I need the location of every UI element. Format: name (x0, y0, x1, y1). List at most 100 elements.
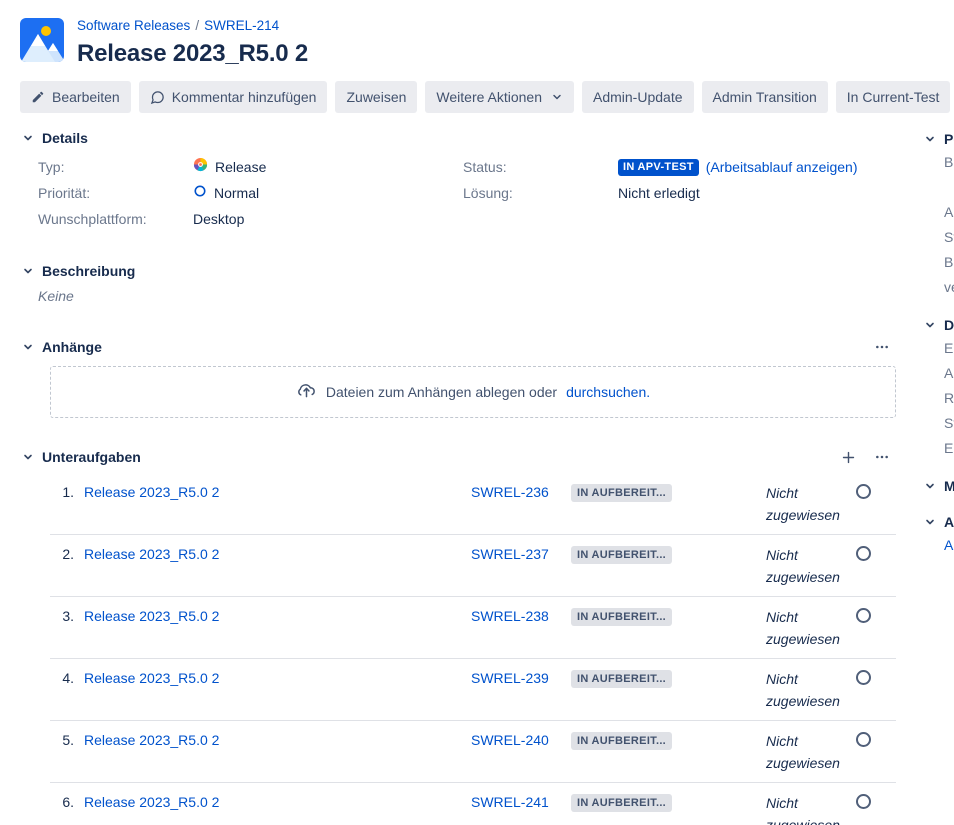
sidebar-agile-collapse-chevron-down-icon[interactable] (922, 514, 938, 530)
attachment-dropzone[interactable]: Dateien zum Anhängen ablegen oder durchs… (50, 366, 896, 418)
subtask-summary: Release 2023_R5.0 2 (84, 792, 471, 812)
sidebar-field-dates-4: St (944, 415, 954, 431)
subtasks-section: Unteraufgaben 1. Release 2023_R5.0 2 SWR… (20, 446, 914, 825)
field-value-status: IN APV-TEST (Arbeitsablauf anzeigen) (618, 155, 914, 180)
cloud-upload-icon (296, 380, 317, 404)
subtask-summary-link[interactable]: Release 2023_R5.0 2 (84, 670, 219, 686)
subtasks-collapse-chevron-down-icon[interactable] (20, 449, 36, 465)
sidebar-group-more: M (922, 475, 954, 497)
status-badge: IN AUFBEREIT... (571, 670, 673, 688)
sidebar-field-dates-2: A (944, 365, 954, 381)
subtask-status: IN AUFBEREIT... (571, 482, 766, 502)
subtask-key: SWREL-237 (471, 544, 571, 564)
in-current-test-button-label: In Current-Test (846, 89, 940, 105)
subtask-key-link[interactable]: SWREL-237 (471, 546, 549, 562)
subtask-summary-link[interactable]: Release 2023_R5.0 2 (84, 484, 219, 500)
add-comment-button[interactable]: Kommentar hinzufügen (138, 81, 328, 113)
sidebar-more-collapse-chevron-down-icon[interactable] (922, 478, 938, 494)
assign-button-label: Zuweisen (346, 89, 407, 105)
description-collapse-chevron-down-icon[interactable] (20, 263, 36, 279)
details-collapse-chevron-down-icon[interactable] (20, 130, 36, 146)
subtask-key-link[interactable]: SWREL-241 (471, 794, 549, 810)
admin-transition-button[interactable]: Admin Transition (701, 81, 828, 113)
subtask-summary-link[interactable]: Release 2023_R5.0 2 (84, 732, 219, 748)
description-section: Beschreibung Keine (20, 260, 914, 306)
sidebar-dates-collapse-chevron-down-icon[interactable] (922, 317, 938, 333)
edit-button[interactable]: Bearbeiten (20, 81, 131, 113)
subtask-key-link[interactable]: SWREL-236 (471, 484, 549, 500)
page-title: Release 2023_R5.0 2 (77, 40, 309, 67)
more-actions-button[interactable]: Weitere Aktionen (425, 81, 574, 113)
subtask-summary-link[interactable]: Release 2023_R5.0 2 (84, 794, 219, 810)
avatar[interactable] (856, 606, 896, 628)
assign-button[interactable]: Zuweisen (335, 81, 418, 113)
sidebar-people-title: Pe (944, 131, 954, 147)
field-label-typ: Typ: (38, 159, 65, 175)
release-type-icon (193, 155, 208, 180)
unassigned-avatar-icon (856, 484, 871, 499)
sidebar-field-agile-1[interactable]: Au (922, 533, 954, 558)
attachment-dropzone-text: Dateien zum Anhängen ablegen oder (325, 384, 558, 400)
software-releases-project-avatar[interactable] (20, 18, 64, 62)
subtask-summary-link[interactable]: Release 2023_R5.0 2 (84, 608, 219, 624)
avatar[interactable] (856, 792, 896, 814)
view-workflow-link[interactable]: (Arbeitsablauf anzeigen) (706, 155, 858, 180)
sidebar-field-dates-5: Er (944, 440, 954, 456)
avatar[interactable] (856, 730, 896, 752)
table-row: 6. Release 2023_R5.0 2 SWREL-241 IN AUFB… (50, 783, 896, 825)
breadcrumb-project-link[interactable]: Software Releases (77, 18, 190, 33)
avatar[interactable] (856, 482, 896, 504)
subtask-assignee: Nicht zugewiesen (766, 795, 840, 825)
subtask-key: SWREL-238 (471, 606, 571, 626)
sidebar-group-dates: D Er A Re St Er (922, 314, 954, 461)
subtask-summary: Release 2023_R5.0 2 (84, 730, 471, 750)
breadcrumb-issue-key-link[interactable]: SWREL-214 (204, 18, 279, 33)
field-value-wunschplattform: Desktop (193, 207, 463, 232)
attachment-browse-link[interactable]: durchsuchen. (566, 384, 650, 400)
sidebar-field-people-3: A (944, 204, 954, 220)
subtasks-section-title: Unteraufgaben (42, 449, 141, 465)
field-value-wunschplattform-text: Desktop (193, 211, 245, 227)
subtask-index: 4. (62, 670, 74, 686)
subtask-summary-link[interactable]: Release 2023_R5.0 2 (84, 546, 219, 562)
subtask-key-link[interactable]: SWREL-238 (471, 608, 549, 624)
subtask-assignee: Nicht zugewiesen (766, 671, 840, 709)
attachments-more-options-icon[interactable] (872, 337, 892, 357)
issue-header: Software Releases / SWREL-214 Release 2023… (0, 0, 954, 69)
add-subtask-plus-icon[interactable] (838, 447, 858, 467)
field-value-prioritaet-text: Normal (214, 185, 260, 201)
field-value-loesung-text: Nicht erledigt (618, 185, 700, 201)
avatar[interactable] (856, 668, 896, 690)
admin-update-button[interactable]: Admin-Update (582, 81, 694, 113)
in-current-test-button[interactable]: In Current-Test (835, 81, 951, 113)
subtasks-table: 1. Release 2023_R5.0 2 SWREL-236 IN AUFB… (50, 476, 896, 825)
field-value-loesung: Nicht erledigt (618, 181, 914, 206)
field-label-prioritaet: Priorität: (38, 185, 91, 201)
attachments-collapse-chevron-down-icon[interactable] (20, 339, 36, 355)
subtask-key: SWREL-240 (471, 730, 571, 750)
edit-button-label: Bearbeiten (52, 89, 120, 105)
subtask-key-link[interactable]: SWREL-240 (471, 732, 549, 748)
sidebar-group-people: Pe Be A St Be ve (922, 128, 954, 300)
field-value-typ-text: Release (215, 159, 267, 175)
table-row: 5. Release 2023_R5.0 2 SWREL-240 IN AUFB… (50, 721, 896, 783)
sidebar-dates-title: D (944, 317, 954, 333)
sidebar-more-title: M (944, 478, 954, 494)
subtask-index: 3. (62, 608, 74, 624)
details-grid-filler-1 (463, 207, 618, 232)
attachments-section: Anhänge Dateien zum Anhängen ablegen ode… (20, 336, 914, 418)
sidebar-people-collapse-chevron-down-icon[interactable] (922, 131, 938, 147)
table-row: 1. Release 2023_R5.0 2 SWREL-236 IN AUFB… (50, 476, 896, 535)
admin-transition-button-label: Admin Transition (712, 89, 817, 105)
field-label-status: Status: (463, 159, 507, 175)
subtask-status: IN AUFBEREIT... (571, 606, 766, 626)
subtask-key-link[interactable]: SWREL-239 (471, 670, 549, 686)
sidebar-field-people-1: Be (944, 154, 954, 170)
status-badge: IN AUFBEREIT... (571, 794, 673, 812)
status-badge: IN AUFBEREIT... (571, 732, 673, 750)
attachments-section-title: Anhänge (42, 339, 102, 355)
avatar[interactable] (856, 544, 896, 566)
status-badge: IN AUFBEREIT... (571, 546, 673, 564)
subtask-key: SWREL-241 (471, 792, 571, 812)
subtasks-more-options-icon[interactable] (872, 447, 892, 467)
